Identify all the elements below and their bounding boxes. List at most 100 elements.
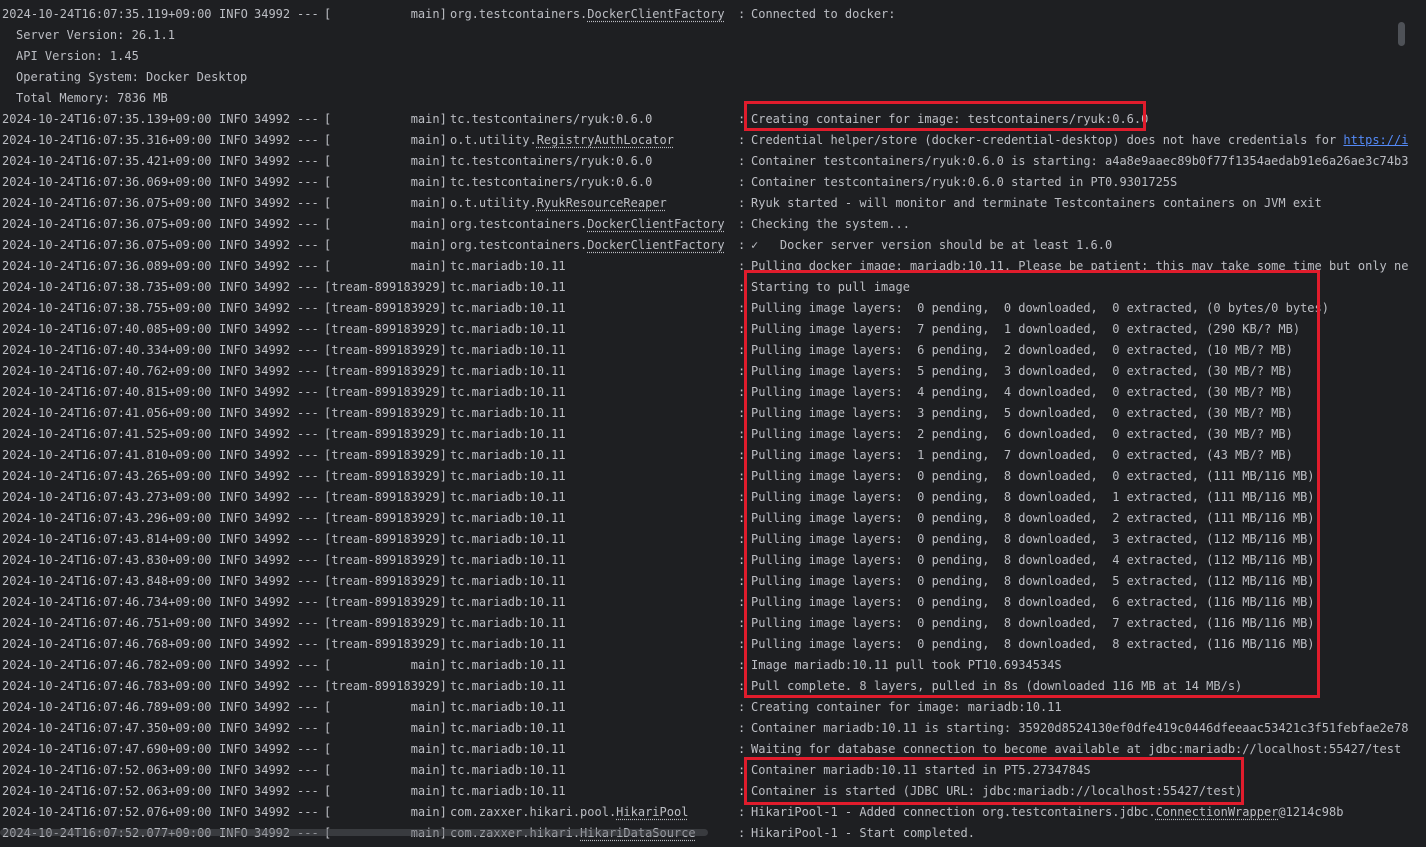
log-logger-package: tc.mariadb:10.11 bbox=[450, 301, 566, 315]
log-message: Starting to pull image bbox=[751, 277, 910, 298]
log-message-text: Pulling image layers: 0 pending, 8 downl… bbox=[751, 469, 1315, 483]
log-logger: tc.mariadb:10.11 bbox=[450, 676, 566, 697]
log-timestamp: 2024-10-24T16:07:46.734+09:00 bbox=[2, 595, 212, 609]
log-separator: --- bbox=[297, 658, 319, 672]
log-thread: [ main] bbox=[324, 7, 447, 21]
log-continuation-text: Total Memory: 7836 MB bbox=[16, 91, 168, 105]
log-message-text: Pulling image layers: 7 pending, 1 downl… bbox=[751, 322, 1301, 336]
log-logger-class-link[interactable]: RyukResourceReaper bbox=[537, 196, 667, 210]
log-timestamp: 2024-10-24T16:07:35.421+09:00 bbox=[2, 154, 212, 168]
log-logger-class-link[interactable]: DockerClientFactory bbox=[587, 238, 724, 252]
log-message-text: Waiting for database connection to becom… bbox=[751, 742, 1408, 756]
log-message: Pulling docker image: mariadb:10.11. Ple… bbox=[751, 256, 1408, 277]
log-message-text: Pulling image layers: 5 pending, 3 downl… bbox=[751, 364, 1293, 378]
log-colon: : bbox=[738, 784, 746, 798]
log-logger-package: com.zaxxer.hikari.pool. bbox=[450, 805, 617, 819]
log-logger: tc.mariadb:10.11 bbox=[450, 571, 566, 592]
console-line: API Version: 1.45 bbox=[0, 46, 1408, 67]
log-colon: : bbox=[738, 154, 746, 168]
log-logger-class-link[interactable]: RegistryAuthLocator bbox=[537, 133, 674, 147]
log-message: Pulling image layers: 0 pending, 8 downl… bbox=[751, 592, 1315, 613]
log-pid: 34992 bbox=[254, 301, 291, 315]
log-logger: org.testcontainers.DockerClientFactory bbox=[450, 235, 725, 256]
log-message-text: Pulling image layers: 0 pending, 8 downl… bbox=[751, 553, 1315, 567]
log-message-url-link[interactable]: https://inde bbox=[1343, 133, 1408, 147]
log-logger-package: tc.mariadb:10.11 bbox=[450, 511, 566, 525]
log-timestamp: 2024-10-24T16:07:46.783+09:00 bbox=[2, 679, 212, 693]
log-colon: : bbox=[738, 637, 746, 651]
vertical-scrollbar-track[interactable] bbox=[1408, 0, 1426, 847]
log-logger-package: tc.mariadb:10.11 bbox=[450, 574, 566, 588]
log-level: INFO bbox=[219, 700, 248, 714]
console-line: 2024-10-24T16:07:35.421+09:00 INFO 34992 --… bbox=[0, 151, 1408, 172]
console-output[interactable]: 2024-10-24T16:07:35.119+09:00 INFO 34992 --… bbox=[0, 4, 1408, 847]
log-message: Container testcontainers/ryuk:0.6.0 is s… bbox=[751, 151, 1408, 172]
log-thread: [tream-899183929] bbox=[324, 301, 447, 315]
log-pid: 34992 bbox=[254, 259, 291, 273]
log-colon: : bbox=[738, 133, 746, 147]
vertical-scrollbar-thumb[interactable] bbox=[1398, 22, 1405, 46]
log-separator: --- bbox=[297, 112, 319, 126]
log-colon: : bbox=[738, 427, 746, 441]
log-message-text: Pulling image layers: 6 pending, 2 downl… bbox=[751, 343, 1293, 357]
log-logger-package: tc.mariadb:10.11 bbox=[450, 322, 566, 336]
log-logger-package: tc.mariadb:10.11 bbox=[450, 280, 566, 294]
log-message: Pulling image layers: 0 pending, 8 downl… bbox=[751, 466, 1315, 487]
log-colon: : bbox=[738, 574, 746, 588]
log-separator: --- bbox=[297, 301, 319, 315]
log-logger: tc.mariadb:10.11 bbox=[450, 361, 566, 382]
log-level: INFO bbox=[219, 448, 248, 462]
log-logger: tc.mariadb:10.11 bbox=[450, 298, 566, 319]
log-logger: tc.mariadb:10.11 bbox=[450, 634, 566, 655]
console-line: 2024-10-24T16:07:41.810+09:00 INFO 34992 --… bbox=[0, 445, 1408, 466]
log-separator: --- bbox=[297, 574, 319, 588]
log-separator: --- bbox=[297, 238, 319, 252]
log-logger: tc.mariadb:10.11 bbox=[450, 781, 566, 802]
log-logger-package: tc.mariadb:10.11 bbox=[450, 679, 566, 693]
log-separator: --- bbox=[297, 427, 319, 441]
log-logger-package: tc.mariadb:10.11 bbox=[450, 343, 566, 357]
log-message: Pulling image layers: 7 pending, 1 downl… bbox=[751, 319, 1300, 340]
console-line: 2024-10-24T16:07:43.848+09:00 INFO 34992 --… bbox=[0, 571, 1408, 592]
log-separator: --- bbox=[297, 133, 319, 147]
log-thread: [ main] bbox=[324, 721, 447, 735]
log-logger: tc.mariadb:10.11 bbox=[450, 466, 566, 487]
log-timestamp: 2024-10-24T16:07:40.085+09:00 bbox=[2, 322, 212, 336]
log-message: Pulling image layers: 6 pending, 2 downl… bbox=[751, 340, 1293, 361]
log-separator: --- bbox=[297, 217, 319, 231]
log-level: INFO bbox=[219, 154, 248, 168]
log-separator: --- bbox=[297, 175, 319, 189]
console-line: 2024-10-24T16:07:38.755+09:00 INFO 34992 --… bbox=[0, 298, 1408, 319]
log-thread: [ main] bbox=[324, 112, 447, 126]
log-thread: [ main] bbox=[324, 133, 447, 147]
log-timestamp: 2024-10-24T16:07:35.119+09:00 bbox=[2, 7, 212, 21]
log-message: HikariPool-1 - Start completed. bbox=[751, 823, 975, 844]
log-pid: 34992 bbox=[254, 511, 291, 525]
console-line: 2024-10-24T16:07:52.076+09:00 INFO 34992 --… bbox=[0, 802, 1408, 823]
log-level: INFO bbox=[219, 364, 248, 378]
log-logger-class-link[interactable]: HikariPool bbox=[616, 805, 688, 819]
log-logger-package: tc.testcontainers/ryuk:0.6.0 bbox=[450, 154, 653, 168]
log-thread: [tream-899183929] bbox=[324, 406, 447, 420]
log-level: INFO bbox=[219, 343, 248, 357]
log-logger-class-link[interactable]: DockerClientFactory bbox=[587, 217, 724, 231]
log-message-class-link[interactable]: ConnectionWrapper bbox=[1156, 805, 1279, 819]
console-line: 2024-10-24T16:07:35.316+09:00 INFO 34992 --… bbox=[0, 130, 1408, 151]
log-colon: : bbox=[738, 406, 746, 420]
horizontal-scrollbar-thumb[interactable] bbox=[0, 829, 708, 836]
log-colon: : bbox=[738, 259, 746, 273]
log-logger: tc.mariadb:10.11 bbox=[450, 529, 566, 550]
log-separator: --- bbox=[297, 490, 319, 504]
log-level: INFO bbox=[219, 301, 248, 315]
log-timestamp: 2024-10-24T16:07:43.265+09:00 bbox=[2, 469, 212, 483]
log-pid: 34992 bbox=[254, 322, 291, 336]
log-level: INFO bbox=[219, 805, 248, 819]
log-pid: 34992 bbox=[254, 280, 291, 294]
log-separator: --- bbox=[297, 364, 319, 378]
log-logger-class-link[interactable]: DockerClientFactory bbox=[587, 7, 724, 21]
log-logger-package: tc.testcontainers/ryuk:0.6.0 bbox=[450, 112, 653, 126]
log-message: Container is started (JDBC URL: jdbc:mar… bbox=[751, 781, 1242, 802]
log-timestamp: 2024-10-24T16:07:52.063+09:00 bbox=[2, 763, 212, 777]
log-thread: [ main] bbox=[324, 742, 447, 756]
log-message-text: Checking the system... bbox=[751, 217, 910, 231]
